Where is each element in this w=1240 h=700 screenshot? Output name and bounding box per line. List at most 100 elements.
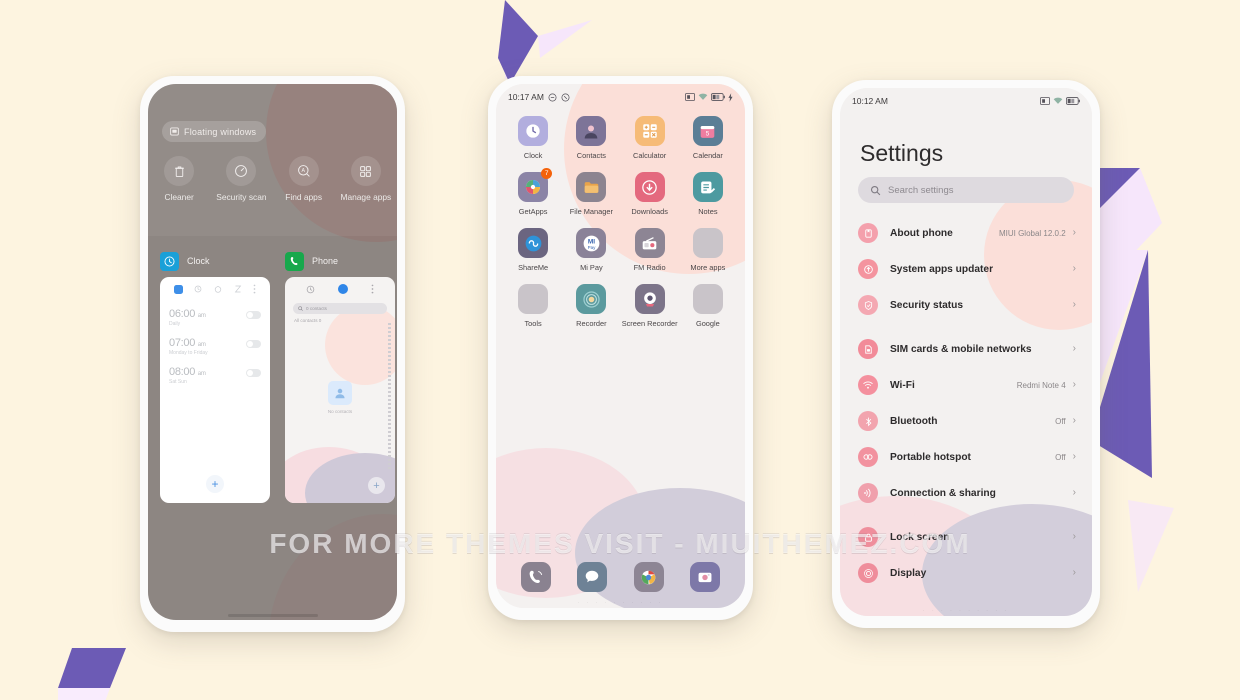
task-header: Phone xyxy=(285,250,395,272)
task-card-clock[interactable]: Clock 06:00 am Daily 07:00 am Monday to … xyxy=(160,250,270,503)
app-icon-getapps[interactable]: 7 GetApps xyxy=(504,168,562,216)
mipay-icon: MI Pay xyxy=(576,228,607,258)
grid-apps-icon xyxy=(350,156,381,186)
calendar-icon: 5 xyxy=(692,116,723,146)
screenshot-icon xyxy=(1040,97,1050,105)
mute-icon xyxy=(561,93,570,101)
clock-tabs xyxy=(160,277,270,301)
app-label: Google xyxy=(695,319,720,328)
settings-item-lock-screen[interactable]: Lock screen › xyxy=(840,519,1092,555)
chevron-right-icon: › xyxy=(1072,567,1076,578)
app-badge-count: 7 xyxy=(541,168,553,179)
updater-icon xyxy=(858,259,878,279)
floating-windows-chip[interactable]: Floating windows xyxy=(162,121,267,142)
status-bar-right xyxy=(1040,97,1080,105)
app-icon-fm-radio[interactable]: FM Radio xyxy=(621,228,679,272)
app-icon-shareme[interactable]: ShareMe xyxy=(504,228,562,272)
settings-item-label: Wi-Fi xyxy=(890,379,915,391)
shareme-icon xyxy=(518,228,549,258)
recents-tool-security-scan[interactable]: Security scan xyxy=(210,156,272,202)
dnd-icon xyxy=(548,93,557,101)
settings-item-about-phone[interactable]: About phone MIUI Global 12.0.2 › xyxy=(840,215,1092,251)
task-preview-clock: 06:00 am Daily 07:00 am Monday to Friday xyxy=(160,277,270,503)
chevron-right-icon: › xyxy=(1072,263,1076,274)
alarm-row[interactable]: 07:00 am Monday to Friday xyxy=(160,330,270,359)
dock-icon-camera[interactable] xyxy=(689,562,720,592)
contacts-index-scrollbar[interactable] xyxy=(388,323,391,469)
contacts-icon xyxy=(576,116,607,146)
app-icon-more-apps[interactable]: More apps xyxy=(679,228,737,272)
contacts-search-field[interactable]: 0 contacts xyxy=(293,303,387,314)
decoration-bottom-left xyxy=(58,648,126,700)
app-icon-calculator[interactable]: Calculator xyxy=(621,116,679,160)
svg-text:5: 5 xyxy=(706,130,710,137)
settings-item-portable-hotspot[interactable]: Portable hotspot Off › xyxy=(840,439,1092,475)
recents-tool-manage-apps[interactable]: Manage apps xyxy=(335,156,397,202)
phone-device-settings: 10:12 AM Settings Search settings About … xyxy=(832,80,1100,628)
app-label: GetApps xyxy=(518,207,548,216)
add-contact-fab[interactable]: + xyxy=(368,477,385,494)
settings-item-label: System apps updater xyxy=(890,263,994,275)
contact-placeholder-icon xyxy=(328,381,352,405)
app-icon-contacts[interactable]: Contacts xyxy=(562,116,620,160)
recents-card-row-1: Clock 06:00 am Daily 07:00 am Monday to … xyxy=(148,250,397,508)
alarm-row[interactable]: 08:00 am Sat Sun xyxy=(160,359,270,388)
folder-google-icon xyxy=(692,284,723,314)
dock-icon-chrome[interactable] xyxy=(633,562,664,592)
app-icon-google[interactable]: Google xyxy=(679,284,737,328)
navigation-pill[interactable] xyxy=(227,614,318,617)
recents-tool-label: Manage apps xyxy=(340,192,392,202)
settings-item-display[interactable]: Display › xyxy=(840,555,1092,591)
battery-icon xyxy=(1066,97,1080,105)
app-label: Calculator xyxy=(632,151,667,160)
navigation-indicator: · · · · · · · · · · xyxy=(922,608,1010,614)
about-phone-icon xyxy=(858,223,878,243)
settings-item-label: Bluetooth xyxy=(890,415,938,427)
alarm-toggle[interactable] xyxy=(246,340,261,348)
app-label: Clock xyxy=(523,151,543,160)
phone2-screen: 10:17 AM Clock Contacts Calculator 5 Cal… xyxy=(496,84,745,608)
settings-item-connection-sharing[interactable]: Connection & sharing › xyxy=(840,475,1092,511)
phone-device-recents: Floating windows Cleaner Security scan A… xyxy=(140,76,405,632)
bluetooth-icon xyxy=(858,411,878,431)
settings-item-label: Connection & sharing xyxy=(890,487,996,499)
search-placeholder: Search settings xyxy=(888,184,954,196)
app-label: Contacts xyxy=(576,151,606,160)
alarm-row[interactable]: 06:00 am Daily xyxy=(160,301,270,330)
search-input[interactable]: Search settings xyxy=(858,177,1074,203)
app-icon-calendar[interactable]: 5 Calendar xyxy=(679,116,737,160)
settings-item-sim-cards[interactable]: SIM cards & mobile networks › xyxy=(840,331,1092,367)
app-icon-tools[interactable]: Tools xyxy=(504,284,562,328)
task-title: Clock xyxy=(187,256,210,266)
app-icon-notes[interactable]: Notes xyxy=(679,172,737,216)
settings-item-wifi[interactable]: Wi-Fi Redmi Note 4 › xyxy=(840,367,1092,403)
app-icon-mipay[interactable]: MI Pay Mi Pay xyxy=(562,228,620,272)
shield-scan-icon xyxy=(226,156,257,186)
alarm-time: 08:00 am xyxy=(169,366,206,378)
settings-item-security-status[interactable]: Security status › xyxy=(840,287,1092,323)
app-icon-file-manager[interactable]: File Manager xyxy=(562,172,620,216)
settings-item-label: SIM cards & mobile networks xyxy=(890,343,1032,355)
task-card-phone[interactable]: Phone 0 contacts All contacts 0 No conta… xyxy=(285,250,395,503)
recorder-icon xyxy=(576,284,607,314)
recents-tool-cleaner[interactable]: Cleaner xyxy=(148,156,210,202)
task-header: Clock xyxy=(160,250,270,272)
dock-icon-phone[interactable] xyxy=(521,562,552,592)
alarm-toggle[interactable] xyxy=(246,369,261,377)
calculator-icon xyxy=(634,116,665,146)
app-icon-screen-recorder[interactable]: Screen Recorder xyxy=(621,284,679,328)
add-alarm-fab[interactable]: + xyxy=(206,475,224,493)
screenshot-root: Floating windows Cleaner Security scan A… xyxy=(0,0,1240,700)
navigation-indicator: · · · · · · · · · · xyxy=(577,600,664,606)
getapps-icon: 7 xyxy=(518,168,553,202)
recents-tool-find-apps[interactable]: A Find apps xyxy=(273,156,335,202)
settings-item-bluetooth[interactable]: Bluetooth Off › xyxy=(840,403,1092,439)
alarm-toggle[interactable] xyxy=(246,311,261,319)
app-icon-recorder[interactable]: Recorder xyxy=(562,284,620,328)
dock-icon-messages[interactable] xyxy=(577,562,608,592)
app-icon-clock[interactable]: Clock xyxy=(504,116,562,160)
app-label: FM Radio xyxy=(633,263,666,272)
app-icon-downloads[interactable]: Downloads xyxy=(621,172,679,216)
settings-item-system-apps-updater[interactable]: System apps updater › xyxy=(840,251,1092,287)
battery-icon xyxy=(711,93,725,101)
